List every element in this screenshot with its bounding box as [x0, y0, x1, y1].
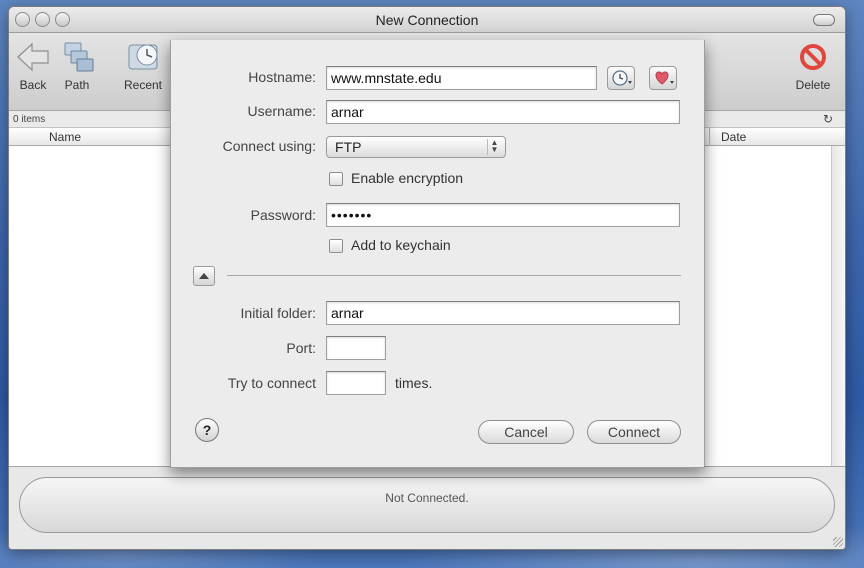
window-title: New Connection [375, 12, 479, 28]
port-label: Port: [286, 340, 316, 356]
item-count: 0 items [13, 114, 46, 125]
clock-icon [612, 70, 632, 86]
hostname-field[interactable]: www.mnstate.edu [326, 66, 597, 90]
add-to-keychain-checkbox[interactable] [329, 239, 343, 253]
connection-window: New Connection Back Path Recent Delete 0… [8, 6, 846, 550]
path-label: Path [64, 78, 90, 92]
recent-button[interactable]: Recent [117, 41, 169, 92]
initial-folder-field[interactable]: arnar [326, 301, 680, 325]
retry-count-field[interactable] [326, 371, 386, 395]
cancel-button[interactable]: Cancel [478, 420, 574, 444]
back-arrow-icon [17, 42, 49, 72]
recent-hosts-button[interactable] [607, 66, 635, 90]
help-button[interactable]: ? [195, 418, 219, 442]
column-date[interactable]: Date [721, 130, 746, 144]
favorites-button[interactable] [649, 66, 677, 90]
new-connection-sheet: Hostname: www.mnstate.edu Username: arna… [170, 40, 705, 468]
times-label: times. [395, 375, 433, 391]
status-area: Not Connected. [9, 466, 845, 549]
enable-encryption-checkbox[interactable] [329, 172, 343, 186]
recent-clock-icon [128, 44, 158, 70]
port-field[interactable] [326, 336, 386, 360]
path-folders-icon [64, 42, 94, 72]
delete-label: Delete [795, 78, 831, 92]
connect-button[interactable]: Connect [587, 420, 681, 444]
delete-prohibit-icon [800, 44, 826, 70]
initial-folder-label: Initial folder: [240, 305, 316, 321]
path-button[interactable]: Path [57, 41, 97, 92]
toolbar-toggle-button[interactable] [813, 14, 835, 26]
heart-icon [655, 71, 674, 85]
username-field[interactable]: arnar [326, 100, 680, 124]
recent-label: Recent [123, 78, 163, 92]
connect-using-label: Connect using: [222, 138, 316, 154]
popup-arrows-icon: ▲ ▼ [487, 139, 501, 155]
delete-button[interactable]: Delete [789, 41, 837, 92]
refresh-icon[interactable]: ↻ [823, 111, 833, 128]
back-button[interactable]: Back [15, 41, 51, 92]
try-connect-label: Try to connect [227, 375, 316, 391]
protocol-value: FTP [335, 139, 362, 155]
username-label: Username: [247, 103, 316, 119]
column-name[interactable]: Name [49, 130, 81, 144]
vertical-scrollbar[interactable] [831, 146, 845, 466]
password-label: Password: [250, 207, 316, 223]
hostname-label: Hostname: [248, 69, 316, 85]
add-to-keychain-label[interactable]: Add to keychain [351, 237, 451, 253]
connection-status: Not Connected. [19, 477, 835, 533]
column-separator [709, 128, 710, 146]
resize-grip-icon[interactable] [833, 537, 843, 547]
enable-encryption-label[interactable]: Enable encryption [351, 170, 463, 186]
options-disclosure-button[interactable] [193, 266, 215, 286]
title-bar[interactable]: New Connection [9, 7, 845, 33]
status-text: Not Connected. [385, 491, 469, 505]
disclosure-triangle-icon [199, 273, 209, 279]
password-field[interactable]: ••••••• [326, 203, 680, 227]
options-divider [227, 275, 681, 276]
protocol-popup[interactable]: FTP ▲ ▼ [326, 136, 506, 158]
back-label: Back [19, 78, 47, 92]
